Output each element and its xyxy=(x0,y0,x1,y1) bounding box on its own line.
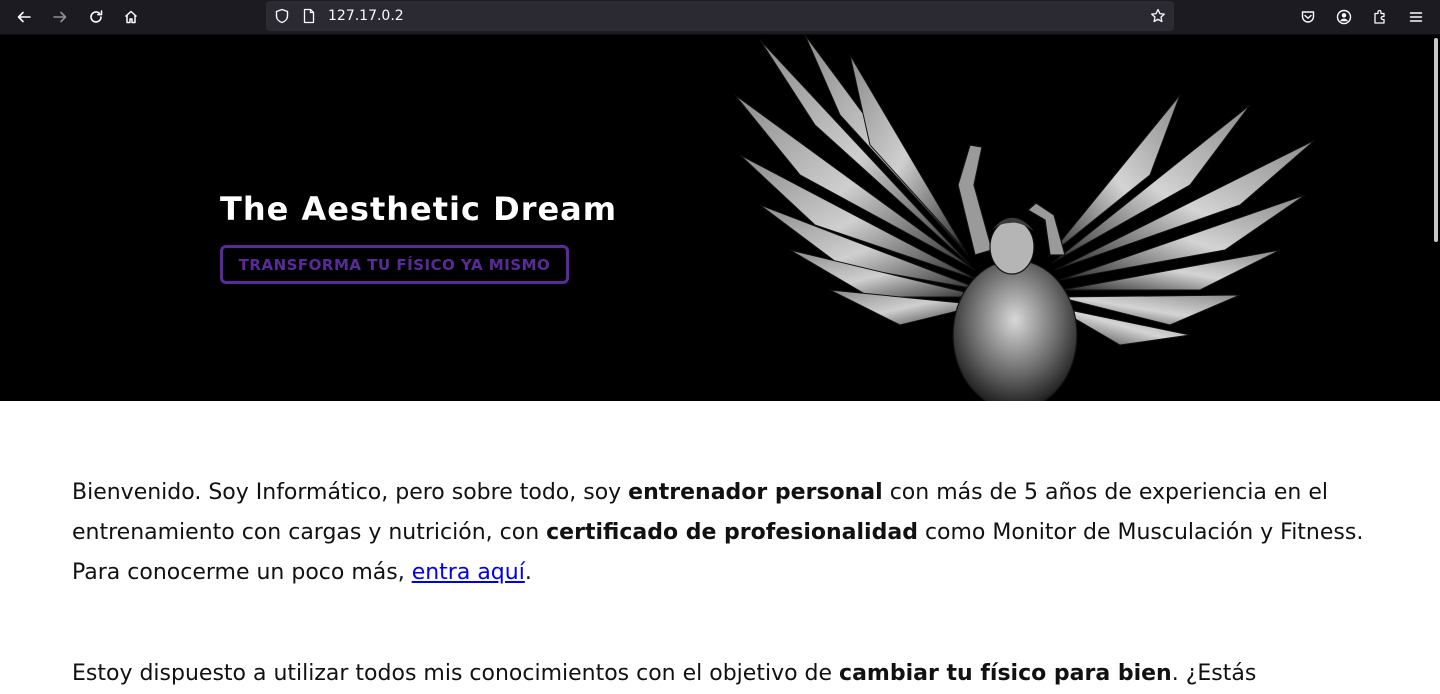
hero-banner: The Aesthetic Dream TRANSFORMA TU FÍSICO… xyxy=(0,35,1440,401)
intro-bold-trainer: entrenador personal xyxy=(628,480,883,505)
extensions-button[interactable] xyxy=(1366,3,1394,31)
goal-text: . ¿Estás xyxy=(1171,661,1257,686)
intro-text: Bienvenido. Soy Informático, pero sobre … xyxy=(72,480,629,505)
scrollbar-thumb[interactable] xyxy=(1434,38,1438,242)
arrow-right-icon xyxy=(53,11,67,23)
intro-paragraph: Bienvenido. Soy Informático, pero sobre … xyxy=(72,473,1368,593)
hero-title: The Aesthetic Dream xyxy=(220,190,618,228)
url-text[interactable]: 127.17.0.2 xyxy=(328,7,404,25)
goal-paragraph: Estoy dispuesto a utilizar todos mis con… xyxy=(72,654,1368,694)
winged-figure-illustration xyxy=(734,35,1316,401)
goal-bold: cambiar tu físico para bien xyxy=(839,661,1172,686)
back-button[interactable] xyxy=(10,3,38,31)
reload-icon xyxy=(90,10,103,23)
transform-cta-button[interactable]: TRANSFORMA TU FÍSICO YA MISMO xyxy=(220,245,569,284)
forward-button[interactable] xyxy=(46,3,74,31)
shield-icon[interactable] xyxy=(274,8,290,24)
reload-button[interactable] xyxy=(82,3,110,31)
intro-text: . xyxy=(524,560,532,585)
puzzle-icon xyxy=(1374,9,1385,24)
account-icon xyxy=(1336,9,1352,25)
about-me-link[interactable]: entra aquí xyxy=(412,560,525,585)
intro-bold-certificate: certificado de profesionalidad xyxy=(546,520,918,545)
home-icon xyxy=(124,10,138,24)
goal-text: Estoy dispuesto a utilizar todos mis con… xyxy=(72,661,840,686)
intro-section: Bienvenido. Soy Informático, pero sobre … xyxy=(72,473,1368,694)
star-icon[interactable] xyxy=(1150,8,1166,24)
arrow-left-icon xyxy=(17,11,31,23)
pocket-icon xyxy=(1301,11,1315,23)
menu-button[interactable] xyxy=(1402,3,1430,31)
pocket-button[interactable] xyxy=(1294,3,1322,31)
url-bar[interactable]: 127.17.0.2 xyxy=(266,1,1174,31)
hamburger-menu-icon xyxy=(1409,12,1423,22)
home-button[interactable] xyxy=(117,3,145,31)
page-icon xyxy=(301,8,317,24)
account-button[interactable] xyxy=(1330,3,1358,31)
browser-toolbar: 127.17.0.2 xyxy=(0,0,1440,35)
